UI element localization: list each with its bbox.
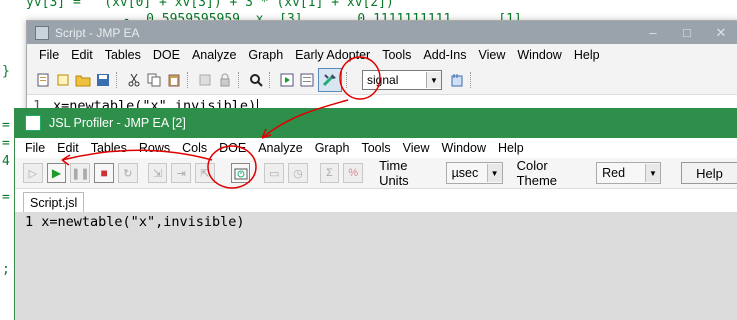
menu-help[interactable]: Help [492,141,530,155]
close-icon[interactable]: ✕ [704,25,737,41]
new-script-icon[interactable] [34,71,52,89]
save-icon[interactable] [94,71,112,89]
time-units-select[interactable]: µsec ▼ [445,162,503,184]
menu-window[interactable]: Window [436,141,492,155]
toolbar-separator [187,72,192,88]
timer-icon[interactable]: ◷ [288,163,308,183]
menu-edit[interactable]: Edit [65,48,99,62]
play-icon[interactable]: ▶ [46,163,67,183]
tab-script-jsl[interactable]: Script.jsl [23,192,85,213]
menu-window[interactable]: Window [511,48,567,62]
background-glyph: = [2,190,10,205]
profiler-icon[interactable] [230,163,251,183]
open-icon[interactable] [54,71,72,89]
stop-icon[interactable]: ■ [94,163,115,183]
menu-graph[interactable]: Graph [309,141,356,155]
profiler-window-title: JSL Profiler - JMP EA [2] [49,116,186,130]
menu-analyze[interactable]: Analyze [252,141,308,155]
pause-icon[interactable]: ❚❚ [70,163,91,183]
profiler-code-line: 1 x=newtable("x",invisible) [25,214,244,230]
percent-icon[interactable]: % [343,163,364,183]
step-icon[interactable]: ▷ [23,163,43,183]
namespace-select[interactable]: signal ▼ [362,70,442,90]
toolbar-separator [346,72,351,88]
background-glyph: 4 [2,154,10,169]
copy-icon[interactable] [145,71,163,89]
menu-edit[interactable]: Edit [51,141,85,155]
menu-doe[interactable]: DOE [213,141,252,155]
restart-icon[interactable]: ↻ [118,163,138,183]
profiler-toolbar: ▷ ▶ ❚❚ ■ ↻ ⇲ ⇥ ⇱ ▭ ◷ Σ % Time Units µsec… [15,158,737,189]
help-button[interactable]: Help [680,162,737,184]
cut-icon[interactable] [125,71,143,89]
script-app-icon [35,25,49,40]
menu-cols[interactable]: Cols [176,141,213,155]
time-units-value: µsec [451,166,479,180]
code-text: x=newtable("x",invisible) [41,214,245,230]
profiler-title-bar[interactable]: JSL Profiler - JMP EA [2] [15,108,737,138]
menu-graph[interactable]: Graph [242,48,289,62]
menu-help[interactable]: Help [568,48,606,62]
step-out-icon[interactable]: ⇱ [195,163,215,183]
profiler-window: JSL Profiler - JMP EA [2] File Edit Tabl… [14,108,737,320]
profiler-code-view[interactable]: 1 x=newtable("x",invisible) [15,212,737,320]
menu-view[interactable]: View [397,141,436,155]
step-into-icon[interactable]: ⇲ [147,163,168,183]
color-theme-value: Red [602,166,626,180]
menu-tables[interactable]: Tables [99,48,147,62]
step-over-icon[interactable]: ⇥ [171,163,192,183]
toolbar-separator [238,72,243,88]
menu-view[interactable]: View [473,48,512,62]
menu-doe[interactable]: DOE [147,48,186,62]
script-toolbar: signal ▼ [27,66,737,95]
profiler-tab-bar: Script.jsl [15,189,737,214]
debug-script-icon[interactable] [318,68,342,92]
toolbar-separator [269,72,274,88]
chevron-down-icon[interactable]: ▼ [426,72,441,88]
background-glyph: } [2,64,10,79]
menu-file[interactable]: File [33,48,65,62]
script-menu-bar: File Edit Tables DOE Analyze Graph Early… [27,44,737,66]
menu-rows[interactable]: Rows [133,141,176,155]
undo-icon[interactable] [196,71,214,89]
run-selection-icon[interactable] [298,71,316,89]
color-theme-select[interactable]: Red ▼ [596,162,661,184]
menu-tools[interactable]: Tools [376,48,417,62]
namespace-icon[interactable] [448,71,466,89]
lock-icon[interactable] [216,71,234,89]
background-glyph: = [2,118,10,133]
chevron-down-icon[interactable]: ▼ [644,164,660,182]
line-number: 1 [25,214,34,230]
namespace-select-value: signal [367,73,399,87]
menu-add-ins[interactable]: Add-Ins [417,48,472,62]
folder-icon[interactable] [74,71,92,89]
script-window-controls: – □ ✕ [636,25,737,41]
sum-icon[interactable]: Σ [319,163,340,183]
toolbar-separator [470,72,475,88]
watch-icon[interactable]: ▭ [264,163,285,183]
menu-file[interactable]: File [19,141,51,155]
run-script-icon[interactable] [278,71,296,89]
maximize-icon[interactable]: □ [670,25,704,41]
chevron-down-icon[interactable]: ▼ [486,164,502,182]
profiler-menu-bar: File Edit Tables Rows Cols DOE Analyze G… [15,138,737,158]
paste-icon[interactable] [165,71,183,89]
menu-analyze[interactable]: Analyze [186,48,242,62]
background-glyph: = [2,136,10,151]
search-icon[interactable] [247,71,265,89]
toolbar-separator [116,72,121,88]
menu-tools[interactable]: Tools [355,141,396,155]
minimize-icon[interactable]: – [636,25,670,41]
color-theme-label: Color Theme [516,158,558,188]
menu-tables[interactable]: Tables [85,141,133,155]
time-units-label: Time Units [379,158,409,188]
background-code-line: yv[3] = (xv[0] + xv[3]) + 3 * (xv[1] + x… [26,0,394,10]
script-window-title: Script - JMP EA [55,25,140,40]
menu-early-adopter[interactable]: Early Adopter [289,48,376,62]
script-title-bar[interactable]: Script - JMP EA – □ ✕ [27,21,737,44]
profiler-app-icon [25,115,41,131]
background-glyph: ; [2,262,10,277]
